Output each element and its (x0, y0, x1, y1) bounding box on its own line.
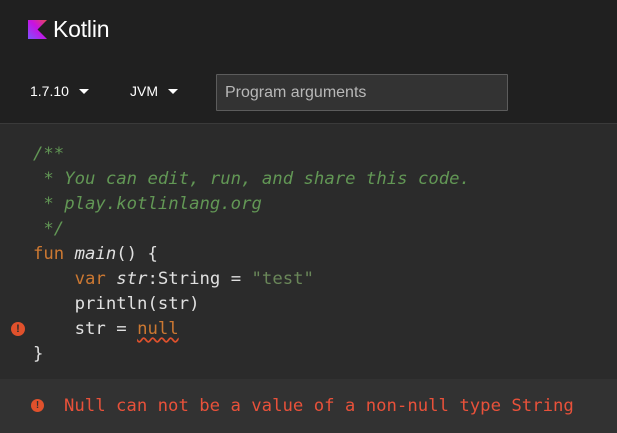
type-name: String (157, 269, 221, 289)
code-editor[interactable]: /** * You can edit, run, and share this … (0, 125, 617, 379)
program-arguments-input[interactable] (216, 74, 508, 111)
code-token: : (147, 269, 158, 289)
code-line-3: * play.kotlinlang.org (33, 194, 262, 214)
code-line-7: println(str) (33, 294, 200, 314)
keyword-var: var (74, 269, 106, 289)
error-icon: ! (31, 399, 44, 412)
code-line-2: * You can edit, run, and share this code… (33, 169, 470, 189)
code-token: str = (74, 319, 138, 339)
code-token: () { (116, 244, 158, 264)
toolbar: 1.7.10 JVM (0, 58, 617, 124)
code-line-6: var str:String = "test" (33, 267, 314, 292)
app-header: Kotlin (0, 0, 617, 58)
target-platform-dropdown[interactable]: JVM (130, 58, 178, 124)
brand[interactable]: Kotlin (28, 16, 110, 42)
brand-name: Kotlin (53, 16, 110, 42)
string-literal: "test" (251, 269, 314, 289)
console-output: ! Null can not be a value of a non-null … (0, 379, 617, 433)
code-line-4: */ (33, 219, 65, 239)
version-dropdown[interactable]: 1.7.10 (30, 58, 89, 124)
function-name: main (74, 244, 117, 264)
code-token: = (220, 269, 252, 289)
code-line-8: str = null (33, 317, 179, 342)
chevron-down-icon (78, 88, 89, 94)
error-message: Null can not be a value of a non-null ty… (64, 396, 574, 416)
target-label: JVM (130, 83, 158, 99)
kotlin-logo-icon (28, 19, 47, 39)
keyword-null: null (137, 319, 179, 339)
version-label: 1.7.10 (30, 83, 69, 99)
variable-name: str (116, 269, 148, 289)
chevron-down-icon (168, 88, 178, 94)
gutter-error-icon[interactable]: ! (11, 322, 25, 336)
code-line-5: fun main() { (33, 242, 158, 267)
code-line-9: } (33, 344, 44, 364)
keyword-fun: fun (33, 244, 65, 264)
code-line-1: /** (33, 144, 65, 164)
